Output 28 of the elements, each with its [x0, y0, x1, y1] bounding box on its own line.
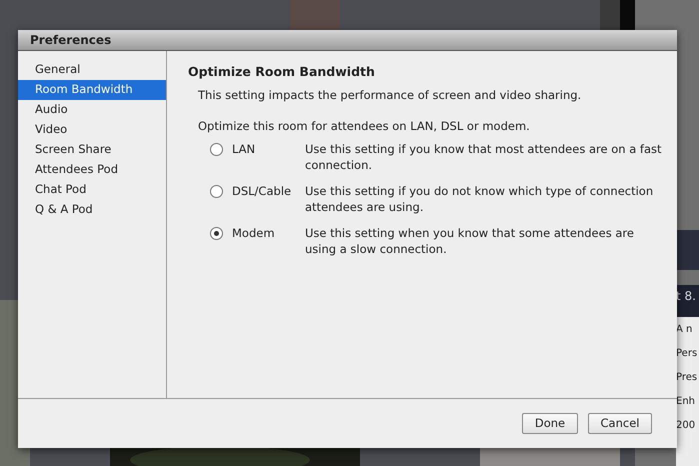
option-label: LAN: [232, 141, 256, 158]
radio-button[interactable]: [210, 143, 223, 156]
radio-button[interactable]: [210, 227, 223, 240]
section-heading: Optimize Room Bandwidth: [188, 63, 376, 81]
sidebar-item[interactable]: Chat Pod: [18, 180, 166, 200]
sidebar-item[interactable]: General: [18, 60, 166, 80]
sidebar-item[interactable]: Video: [18, 120, 166, 140]
window-title: Preferences: [30, 32, 112, 49]
sidebar-item[interactable]: Q & A Pod: [18, 200, 166, 220]
radio-button[interactable]: [210, 185, 223, 198]
option-label: DSL/Cable: [232, 183, 292, 200]
option-description: Use this setting if you do not know which type of connection attendees are using.: [305, 183, 654, 216]
background-text: 200: [676, 421, 696, 433]
sidebar-item[interactable]: Room Bandwidth: [18, 80, 166, 100]
section-description: This setting impacts the performance of screen and video sharing.: [198, 86, 582, 104]
background-text: t 8.: [676, 290, 697, 302]
prompt-text: Optimize this room for attendees on LAN, DSL or modem.: [198, 118, 531, 135]
sidebar-item[interactable]: Audio: [18, 100, 166, 120]
background-text: Pres: [676, 373, 698, 385]
background-text: Enh: [676, 397, 696, 409]
sidebar-item[interactable]: Screen Share: [18, 140, 166, 160]
option-description: Use this setting when you know that some attendees are using a slow connection.: [305, 225, 635, 258]
option-description: Use this setting if you know that most attendees are on a fast connection.: [305, 141, 662, 174]
dialog-button[interactable]: Done: [522, 413, 578, 434]
option-label: Modem: [232, 225, 275, 242]
dialog-button[interactable]: Cancel: [588, 413, 652, 434]
background-text: Pers: [676, 349, 698, 361]
sidebar-item[interactable]: Attendees Pod: [18, 160, 166, 180]
